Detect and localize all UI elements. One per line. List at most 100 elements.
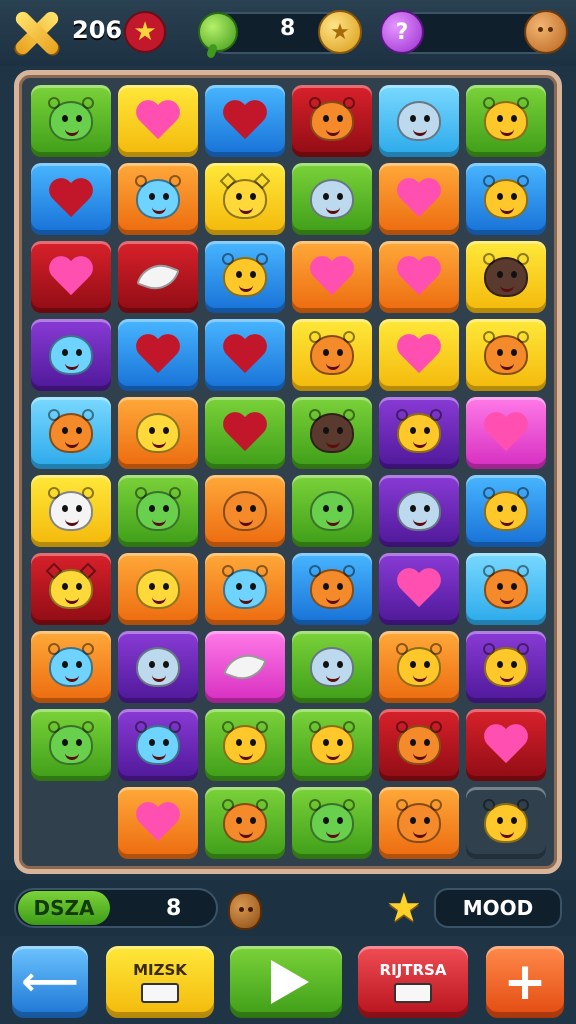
tile-blue-chick[interactable] — [466, 475, 546, 547]
tile-green-bee[interactable] — [205, 709, 285, 781]
ghost-icon — [49, 335, 93, 375]
close-x-icon[interactable] — [12, 8, 62, 58]
back-button[interactable]: ⟵ — [12, 946, 88, 1018]
tile-orange-orange[interactable] — [205, 475, 285, 547]
bronze-coin-icon[interactable] — [524, 10, 568, 54]
gold-coin-icon[interactable]: ★ — [318, 10, 362, 54]
mouse-icon — [135, 721, 181, 765]
tile-green-bee[interactable] — [466, 85, 546, 157]
tile-purple-chick[interactable] — [379, 397, 459, 469]
heart-icon — [223, 101, 267, 141]
tile-orange-bear[interactable] — [379, 787, 459, 859]
tile-green-dino[interactable] — [31, 85, 111, 157]
feather-icon — [223, 647, 267, 687]
tile-green-chick[interactable] — [292, 709, 372, 781]
tile-purple-ghost[interactable] — [31, 319, 111, 391]
tile-yellow-lamb[interactable] — [31, 475, 111, 547]
chick-icon — [483, 643, 529, 687]
mouse-icon — [222, 565, 268, 609]
tile-orange-chick[interactable] — [379, 631, 459, 703]
tile-orange-heart[interactable] — [379, 241, 459, 313]
chick-icon — [483, 175, 529, 219]
purple-hint-icon[interactable]: ? — [380, 10, 424, 54]
tile-red-bear[interactable] — [292, 85, 372, 157]
bear-icon — [483, 331, 529, 375]
bear-icon — [396, 799, 442, 843]
rijtrsa-button[interactable]: RIJTRSA — [358, 946, 468, 1018]
tile-green-dino[interactable] — [292, 787, 372, 859]
bird-icon — [483, 565, 529, 609]
bee-icon — [483, 97, 529, 141]
tile-green-boar[interactable] — [292, 397, 372, 469]
tile-green-heart-red[interactable] — [205, 397, 285, 469]
tile-blue-heart-red[interactable] — [31, 163, 111, 235]
play-icon — [271, 960, 309, 1004]
tile-purple-mouse[interactable] — [118, 709, 198, 781]
tile-yellow-heart[interactable] — [379, 319, 459, 391]
tile-pink-heart[interactable] — [466, 397, 546, 469]
tile-orange-lemon[interactable] — [118, 553, 198, 625]
tile-green-fish[interactable] — [292, 631, 372, 703]
heart-icon — [310, 257, 354, 297]
plus-button[interactable]: + — [486, 946, 564, 1018]
tile-purple-heart[interactable] — [379, 553, 459, 625]
tile-cyan-bird[interactable] — [31, 397, 111, 469]
fish-icon — [397, 491, 441, 531]
tile-yellow-bear[interactable] — [466, 319, 546, 391]
tile-yellow-bat[interactable] — [466, 241, 546, 313]
tile-green-bird[interactable] — [205, 787, 285, 859]
tile-blue-heart-red[interactable] — [205, 85, 285, 157]
heart-icon — [49, 257, 93, 297]
tile-red-sun[interactable] — [31, 553, 111, 625]
chick-icon — [483, 487, 529, 531]
tile-green-frog[interactable] — [118, 475, 198, 547]
tile-yellow-sun[interactable] — [205, 163, 285, 235]
heart-icon — [136, 101, 180, 141]
tile-purple-chick[interactable] — [466, 631, 546, 703]
tile-orange-heart[interactable] — [118, 787, 198, 859]
heart-icon — [484, 725, 528, 765]
arrow-left-icon: ⟵ — [21, 959, 79, 1005]
tile-red-feather[interactable] — [118, 241, 198, 313]
boar-icon — [309, 409, 355, 453]
bird-icon — [222, 799, 268, 843]
mizsk-button[interactable]: MIZSK — [106, 946, 214, 1018]
tile-blue-heart-red[interactable] — [118, 319, 198, 391]
star-badge-icon: ★ — [124, 11, 166, 53]
tile-blue-bird[interactable] — [292, 553, 372, 625]
bear-icon — [396, 721, 442, 765]
tile-cyan-bird[interactable] — [466, 553, 546, 625]
tile-yellow-heart[interactable] — [118, 85, 198, 157]
tile-none-chick[interactable] — [466, 787, 546, 859]
tile-purple-fish[interactable] — [118, 631, 198, 703]
tile-orange-heart[interactable] — [292, 241, 372, 313]
tile-blue-heart-red[interactable] — [205, 319, 285, 391]
tile-red-heart[interactable] — [466, 709, 546, 781]
tile-orange-heart[interactable] — [379, 163, 459, 235]
tile-red-bear[interactable] — [379, 709, 459, 781]
tile-cyan-fish[interactable] — [379, 85, 459, 157]
tile-pink-feather[interactable] — [205, 631, 285, 703]
tile-orange-mouse[interactable] — [205, 553, 285, 625]
dino-icon — [48, 721, 94, 765]
tile-red-heart[interactable] — [31, 241, 111, 313]
heart-icon — [49, 179, 93, 219]
chick-icon — [222, 253, 268, 297]
tile-yellow-bear[interactable] — [292, 319, 372, 391]
tile-blue-chick[interactable] — [205, 241, 285, 313]
tile-orange-mouse[interactable] — [118, 163, 198, 235]
tile-orange-lemon[interactable] — [118, 397, 198, 469]
heart-icon — [484, 413, 528, 453]
tile-purple-fish[interactable] — [379, 475, 459, 547]
tile-orange-mouse[interactable] — [31, 631, 111, 703]
tile-green-blob[interactable] — [292, 475, 372, 547]
tile-blue-chick[interactable] — [466, 163, 546, 235]
tile-green-fish[interactable] — [292, 163, 372, 235]
moves-count: 8 — [280, 16, 296, 41]
tile-green-dino[interactable] — [31, 709, 111, 781]
top-hud: 206 ★ 8 ★ ? — [0, 0, 576, 66]
dsza-count: 8 — [166, 896, 182, 921]
play-button[interactable] — [230, 946, 342, 1018]
mood-label[interactable]: MOOD — [434, 888, 562, 928]
score-value: 206 — [72, 16, 123, 44]
